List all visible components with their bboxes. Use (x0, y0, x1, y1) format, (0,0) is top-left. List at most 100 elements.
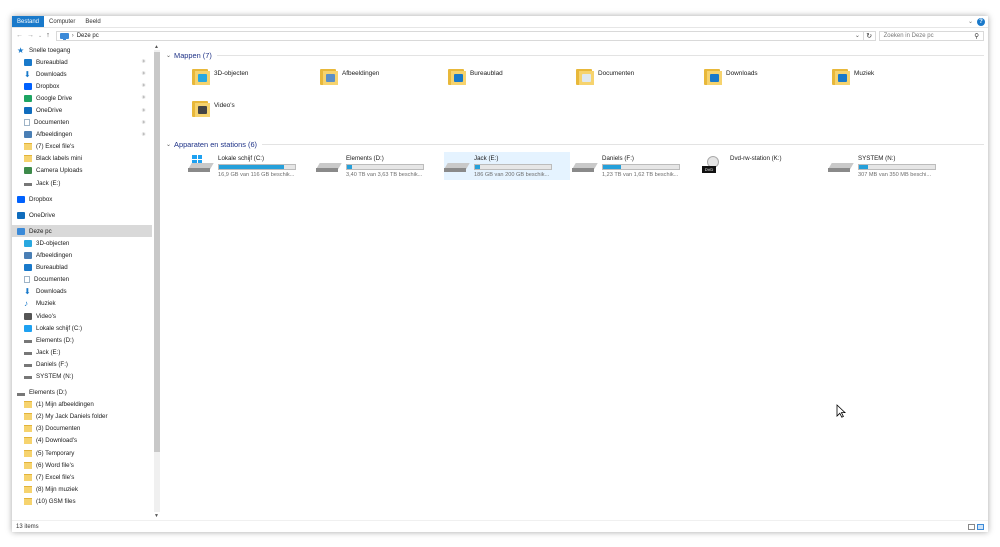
drives-group-header[interactable]: ⌄ Apparaten en stations (6) (166, 140, 984, 149)
nav-item-label: OneDrive (36, 107, 63, 115)
nav-item[interactable]: Documenten (12, 274, 152, 286)
nav-item[interactable]: ⬇ Downloads ✳ (12, 68, 152, 80)
nav-item[interactable]: (2) My Jack Daniels folder (12, 411, 152, 423)
drive-usage-bar (858, 164, 936, 170)
scrollbar-thumb[interactable] (154, 52, 160, 452)
nav-item[interactable]: (10) GSM files (12, 495, 152, 507)
nav-item[interactable]: ⬇ Downloads (12, 286, 152, 298)
refresh-icon[interactable]: ↻ (863, 30, 876, 41)
folder-icon (24, 461, 32, 469)
nav-item[interactable]: Deze pc (12, 225, 152, 238)
collapse-chevron-icon[interactable]: ⌄ (166, 141, 171, 148)
drives-group-title: Apparaten en stations (6) (174, 140, 258, 149)
up-icon[interactable]: ↑ (46, 32, 50, 39)
tab-beeld[interactable]: Beeld (80, 16, 105, 27)
nav-item[interactable]: ★ Snelle toegang (12, 44, 152, 56)
nav-item[interactable]: (7) Excel file's (12, 471, 152, 483)
tab-computer[interactable]: Computer (44, 16, 80, 27)
nav-item[interactable]: Video's (12, 310, 152, 322)
search-icon[interactable]: ⚲ (974, 32, 979, 40)
nav-item-label: Video's (36, 312, 56, 320)
nav-item[interactable]: ♪ Muziek (12, 298, 152, 310)
nav-item[interactable]: Camera Uploads (12, 165, 152, 177)
folder-tile[interactable]: Bureaublad (448, 66, 503, 86)
mouse-cursor-icon (836, 404, 846, 418)
pin-icon[interactable]: ✳ (141, 83, 146, 89)
nav-item[interactable]: (3) Documenten (12, 423, 152, 435)
pin-icon[interactable]: ✳ (141, 71, 146, 77)
nav-item[interactable]: Black labels mini (12, 153, 152, 165)
nav-item-label: (7) Excel file's (36, 473, 75, 481)
large-icons-view-icon[interactable] (977, 523, 984, 530)
nav-item[interactable]: Elements (D:) (12, 387, 152, 399)
nav-item[interactable]: Lokale schijf (C:) (12, 322, 152, 334)
drive-tile[interactable]: Elements (D:) 3,40 TB van 3,63 TB beschik… (316, 152, 442, 180)
system-drive-icon (188, 155, 214, 177)
nav-item[interactable]: Dropbox ✳ (12, 80, 152, 92)
nav-item[interactable]: OneDrive ✳ (12, 104, 152, 116)
back-icon[interactable]: ← (16, 32, 23, 39)
collapse-chevron-icon[interactable]: ⌄ (166, 52, 171, 59)
drive-icon (444, 159, 470, 177)
folder-tile[interactable]: Video's (192, 98, 235, 118)
drive-tile[interactable]: DVD Dvd-rw-station (K:) (700, 152, 826, 180)
folders-group-header[interactable]: ⌄ Mappen (7) (166, 51, 984, 60)
breadcrumb-deze-pc[interactable]: Deze pc (77, 33, 99, 39)
drive-name: SYSTEM (N:) (858, 155, 896, 162)
ribbon-controls: ⌄ ? (968, 16, 988, 27)
navigation-scrollbar[interactable]: ▲ ▼ (153, 44, 161, 520)
drive-icon (17, 392, 25, 396)
nav-item[interactable]: OneDrive (12, 209, 152, 221)
expand-ribbon-icon[interactable]: ⌄ (968, 18, 973, 25)
tab-bestand[interactable]: Bestand (12, 16, 45, 27)
folder-tile[interactable]: Downloads (704, 66, 758, 86)
nav-item[interactable]: Elements (D:) (12, 334, 152, 346)
scroll-down-icon[interactable]: ▼ (154, 513, 159, 519)
nav-item[interactable]: Google Drive ✳ (12, 92, 152, 104)
nav-item[interactable]: Documenten ✳ (12, 117, 152, 129)
folder-tile[interactable]: 3D-objecten (192, 66, 248, 86)
help-icon[interactable]: ? (977, 17, 985, 26)
recent-locations-icon[interactable]: ⌄ (38, 33, 42, 39)
nav-item[interactable]: 3D-objecten (12, 237, 152, 249)
pin-icon[interactable]: ✳ (141, 59, 146, 65)
drive-usage-bar (602, 164, 680, 170)
dvd-drive-icon: DVD (702, 156, 726, 177)
nav-item[interactable]: SYSTEM (N:) (12, 370, 152, 382)
address-dropdown-icon[interactable]: ⌄ (855, 32, 860, 39)
nav-item[interactable]: Jack (E:) (12, 177, 152, 189)
folder-tile[interactable]: Afbeeldingen (320, 66, 379, 86)
folder-label: Afbeeldingen (342, 70, 380, 77)
pin-icon[interactable]: ✳ (141, 95, 146, 101)
address-bar[interactable]: › Deze pc ⌄ (55, 30, 864, 41)
nav-item[interactable]: Jack (E:) (12, 346, 152, 358)
details-view-icon[interactable] (968, 523, 975, 530)
nav-item[interactable]: Afbeeldingen (12, 250, 152, 262)
nav-item[interactable]: Afbeeldingen ✳ (12, 129, 152, 141)
nav-item[interactable]: (6) Word file's (12, 459, 152, 471)
documents-icon (24, 119, 30, 127)
nav-item[interactable]: (8) Mijn muziek (12, 483, 152, 495)
search-input[interactable]: Zoeken in Deze pc ⚲ (878, 30, 984, 41)
drive-tile[interactable]: Daniels (F:) 1,23 TB van 1,62 TB beschik.… (572, 152, 698, 180)
folder-tile[interactable]: Muziek (832, 66, 874, 86)
folder-tile[interactable]: Documenten (576, 66, 634, 86)
pin-icon[interactable]: ✳ (141, 120, 146, 126)
pin-icon[interactable]: ✳ (141, 108, 146, 114)
nav-item[interactable]: Bureaublad ✳ (12, 56, 152, 68)
drive-tile[interactable]: Jack (E:) 186 GB van 200 GB beschik... (444, 152, 570, 180)
nav-item[interactable]: Dropbox (12, 193, 152, 205)
nav-item[interactable]: (1) Mijn afbeeldingen (12, 399, 152, 411)
music-folder-icon (832, 66, 850, 86)
nav-item[interactable]: Bureaublad (12, 262, 152, 274)
desktop-icon (24, 264, 32, 272)
nav-item[interactable]: (5) Temporary (12, 447, 152, 459)
nav-item[interactable]: (4) Download's (12, 435, 152, 447)
drive-tile[interactable]: Lokale schijf (C:) 16,9 GB van 116 GB bes… (188, 152, 314, 180)
nav-item[interactable]: (7) Excel file's (12, 141, 152, 153)
drive-tile[interactable]: SYSTEM (N:) 307 MB van 350 MB beschi... (828, 152, 954, 180)
nav-item[interactable]: Daniels (F:) (12, 358, 152, 370)
pin-icon[interactable]: ✳ (141, 132, 146, 138)
breadcrumb-separator-icon[interactable]: › (72, 33, 74, 39)
forward-icon[interactable]: → (27, 32, 34, 39)
